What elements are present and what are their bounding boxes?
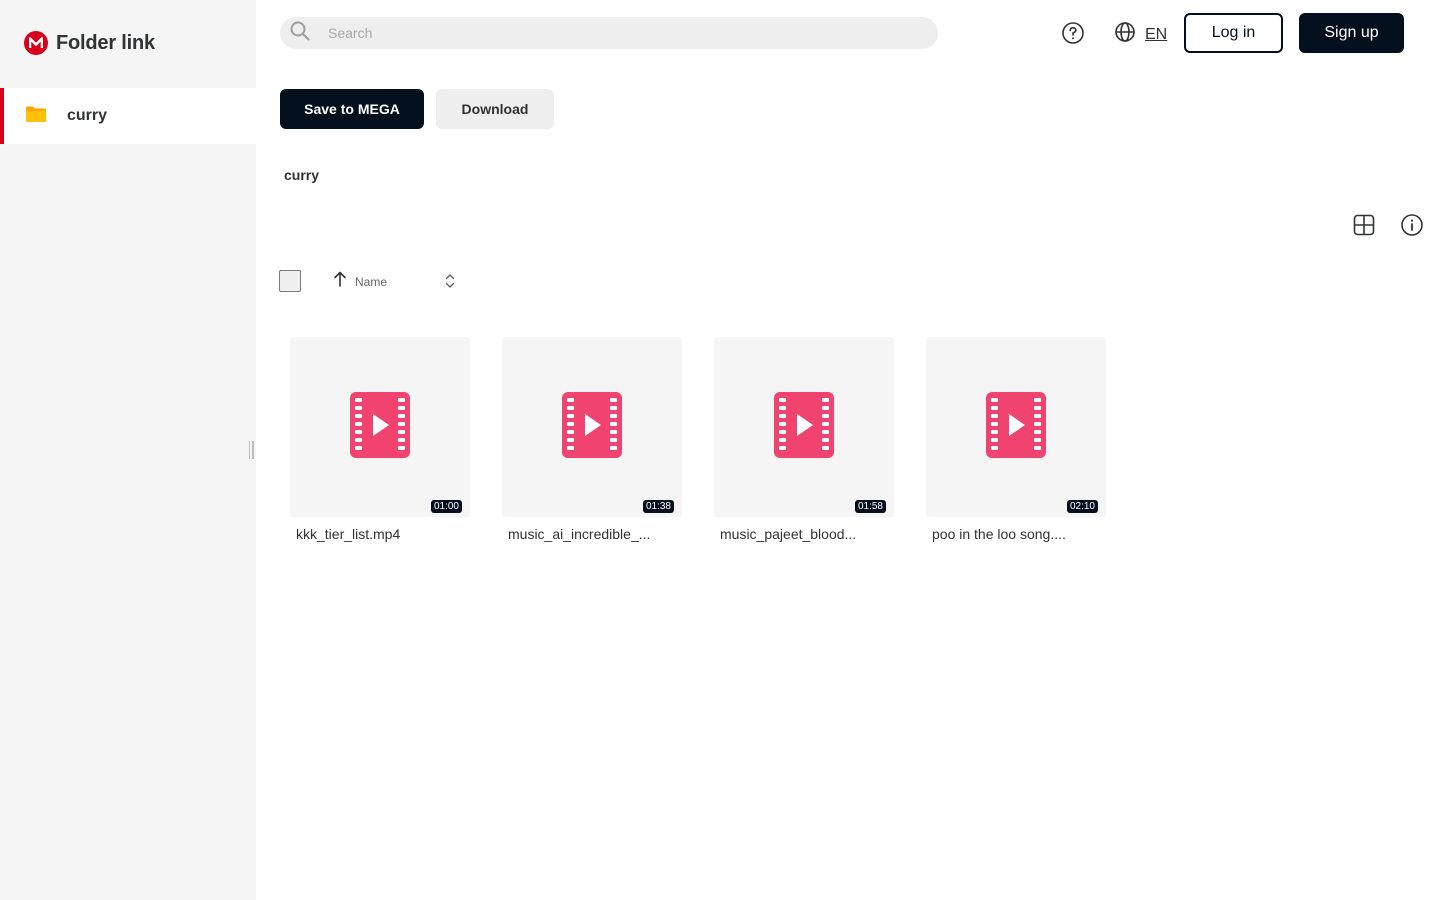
file-card[interactable]: 01:38 music_ai_incredible_... bbox=[502, 337, 682, 542]
file-card[interactable]: 01:58 music_pajeet_blood... bbox=[714, 337, 894, 542]
file-thumbnail[interactable]: 02:10 bbox=[926, 337, 1106, 517]
chevron-updown-icon bbox=[445, 274, 455, 288]
help-icon bbox=[1062, 22, 1084, 44]
download-button[interactable]: Download bbox=[436, 89, 554, 129]
sidebar-item-curry[interactable]: curry bbox=[0, 88, 256, 144]
sidebar-item-label: curry bbox=[67, 107, 108, 124]
grid-view-icon bbox=[1353, 214, 1375, 236]
login-button[interactable]: Log in bbox=[1184, 13, 1283, 53]
file-name[interactable]: music_pajeet_blood... bbox=[714, 526, 894, 542]
search-input[interactable] bbox=[328, 25, 908, 41]
sort-by-name[interactable]: Name bbox=[333, 271, 387, 292]
info-button[interactable] bbox=[1400, 213, 1424, 237]
file-thumbnail[interactable]: 01:58 bbox=[714, 337, 894, 517]
breadcrumb: curry bbox=[284, 167, 320, 183]
brand-logo[interactable]: Folder link bbox=[24, 31, 155, 55]
file-thumbnail[interactable]: 01:00 bbox=[290, 337, 470, 517]
sort-order-toggle[interactable] bbox=[444, 272, 456, 290]
search-icon bbox=[290, 21, 310, 46]
file-thumbnail[interactable]: 01:38 bbox=[502, 337, 682, 517]
duration-badge: 01:58 bbox=[854, 500, 886, 513]
video-file-icon bbox=[350, 391, 410, 463]
sidebar-resize-handle[interactable] bbox=[247, 441, 255, 459]
search-bar[interactable] bbox=[280, 17, 938, 49]
duration-badge: 01:38 bbox=[642, 500, 674, 513]
language-selector[interactable]: EN bbox=[1114, 21, 1167, 48]
globe-icon bbox=[1114, 21, 1136, 48]
sort-label: Name bbox=[355, 274, 388, 289]
language-code: EN bbox=[1145, 25, 1168, 43]
help-button[interactable] bbox=[1061, 21, 1085, 45]
video-file-icon bbox=[774, 391, 834, 463]
video-file-icon bbox=[562, 391, 622, 463]
duration-badge: 01:00 bbox=[430, 500, 462, 513]
file-card[interactable]: 02:10 poo in the loo song.... bbox=[926, 337, 1106, 542]
select-all-checkbox[interactable] bbox=[279, 270, 301, 292]
file-name[interactable]: music_ai_incredible_... bbox=[502, 526, 682, 542]
brand-title: Folder link bbox=[56, 31, 155, 54]
video-file-icon bbox=[986, 391, 1046, 463]
signup-button[interactable]: Sign up bbox=[1299, 13, 1404, 53]
save-to-mega-button[interactable]: Save to MEGA bbox=[280, 89, 424, 129]
file-name[interactable]: kkk_tier_list.mp4 bbox=[290, 526, 470, 542]
mega-logo-icon bbox=[24, 31, 48, 55]
file-card[interactable]: 01:00 kkk_tier_list.mp4 bbox=[290, 337, 470, 542]
arrow-up-icon bbox=[333, 271, 347, 292]
folder-icon bbox=[25, 105, 47, 128]
info-icon bbox=[1401, 214, 1423, 236]
grid-view-toggle[interactable] bbox=[1352, 213, 1376, 237]
duration-badge: 02:10 bbox=[1066, 500, 1098, 513]
sidebar: Folder link curry bbox=[0, 0, 256, 900]
file-name[interactable]: poo in the loo song.... bbox=[926, 526, 1106, 542]
